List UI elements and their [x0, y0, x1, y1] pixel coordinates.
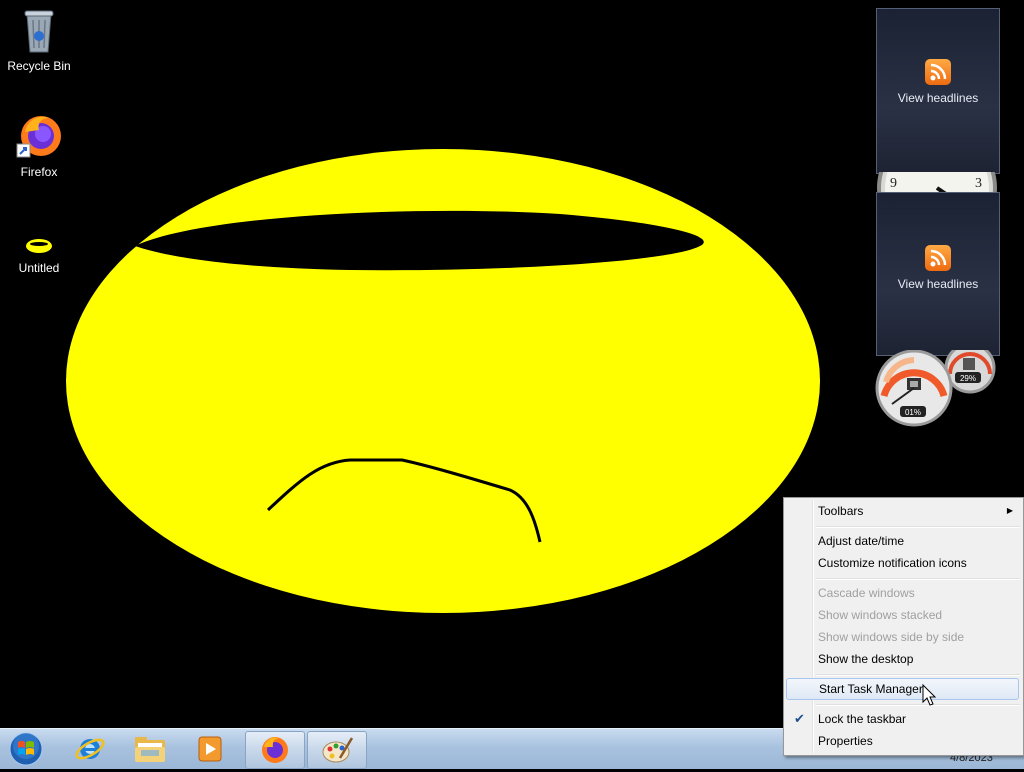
recycle-bin-icon — [24, 10, 54, 53]
windows-logo-icon — [9, 732, 43, 766]
svg-text:9: 9 — [890, 176, 897, 191]
start-button[interactable] — [4, 729, 48, 769]
taskbar-windows-explorer[interactable] — [121, 731, 179, 767]
desktop-icon-label: Untitled — [18, 261, 60, 275]
taskbar-paint[interactable] — [307, 731, 367, 769]
menu-item-label: Toolbars — [818, 504, 864, 518]
menu-item-lock-taskbar[interactable]: ✔ Lock the taskbar — [786, 708, 1019, 730]
cpu-meter-gadget[interactable]: 01% 29% — [874, 342, 1000, 430]
menu-item-show-windows-stacked: Show windows stacked — [818, 608, 943, 622]
firefox-icon — [16, 116, 61, 158]
checkmark-icon: ✔ — [794, 711, 805, 726]
mouse-cursor-icon — [922, 684, 937, 706]
memory-usage-text: 29% — [960, 374, 976, 383]
desktop-icon-label: Recycle Bin — [7, 59, 71, 73]
desktop-icon-recycle-bin[interactable]: Recycle Bin — [1, 6, 77, 73]
svg-text:3: 3 — [975, 176, 982, 191]
menu-item-customize-notification-icons[interactable]: Customize notification icons — [786, 552, 1019, 574]
menu-item-adjust-date-time[interactable]: Adjust date/time — [786, 530, 1019, 552]
rss-feed-gadget[interactable]: View headlines — [876, 192, 1000, 356]
menu-separator — [816, 578, 1020, 580]
image-file-icon — [26, 239, 52, 253]
desktop-icon-untitled[interactable]: Untitled — [1, 232, 77, 275]
rss-icon — [925, 245, 951, 271]
menu-separator — [816, 674, 1020, 676]
menu-item-properties[interactable]: Properties — [786, 730, 1019, 752]
view-headlines-link[interactable]: View headlines — [898, 91, 979, 105]
menu-item-show-windows-side-by-side: Show windows side by side — [818, 630, 965, 644]
menu-item-show-desktop[interactable]: Show the desktop — [786, 648, 1019, 670]
submenu-arrow-icon: ▶ — [1006, 506, 1013, 515]
view-headlines-link[interactable]: View headlines — [898, 277, 979, 291]
cpu-meter-icon: 01% 29% — [875, 342, 996, 427]
menu-item-label: Lock the taskbar — [818, 712, 907, 726]
rss-icon — [925, 59, 951, 85]
taskbar-context-menu: Toolbars ▶ Adjust date/time Customize no… — [783, 497, 1024, 756]
menu-separator — [816, 704, 1020, 706]
internet-explorer-icon — [75, 738, 105, 760]
rss-feed-gadget[interactable]: View headlines — [876, 8, 1000, 174]
cpu-usage-text: 01% — [905, 408, 921, 417]
menu-item-start-task-manager[interactable]: Start Task Manager — [786, 678, 1019, 700]
media-player-icon — [198, 736, 222, 762]
paint-palette-icon — [322, 737, 354, 763]
desktop-icon-label: Firefox — [20, 165, 58, 179]
taskbar-firefox[interactable] — [245, 731, 305, 769]
menu-item-cascade-windows: Cascade windows — [818, 586, 915, 600]
desktop-icon-firefox[interactable]: Firefox — [1, 112, 77, 179]
taskbar-media-player[interactable] — [181, 731, 239, 767]
menu-separator — [816, 526, 1020, 528]
folder-icon — [135, 737, 165, 762]
menu-item-toolbars[interactable]: Toolbars ▶ — [786, 500, 1019, 522]
taskbar-internet-explorer[interactable] — [61, 731, 119, 767]
firefox-icon — [262, 737, 288, 763]
